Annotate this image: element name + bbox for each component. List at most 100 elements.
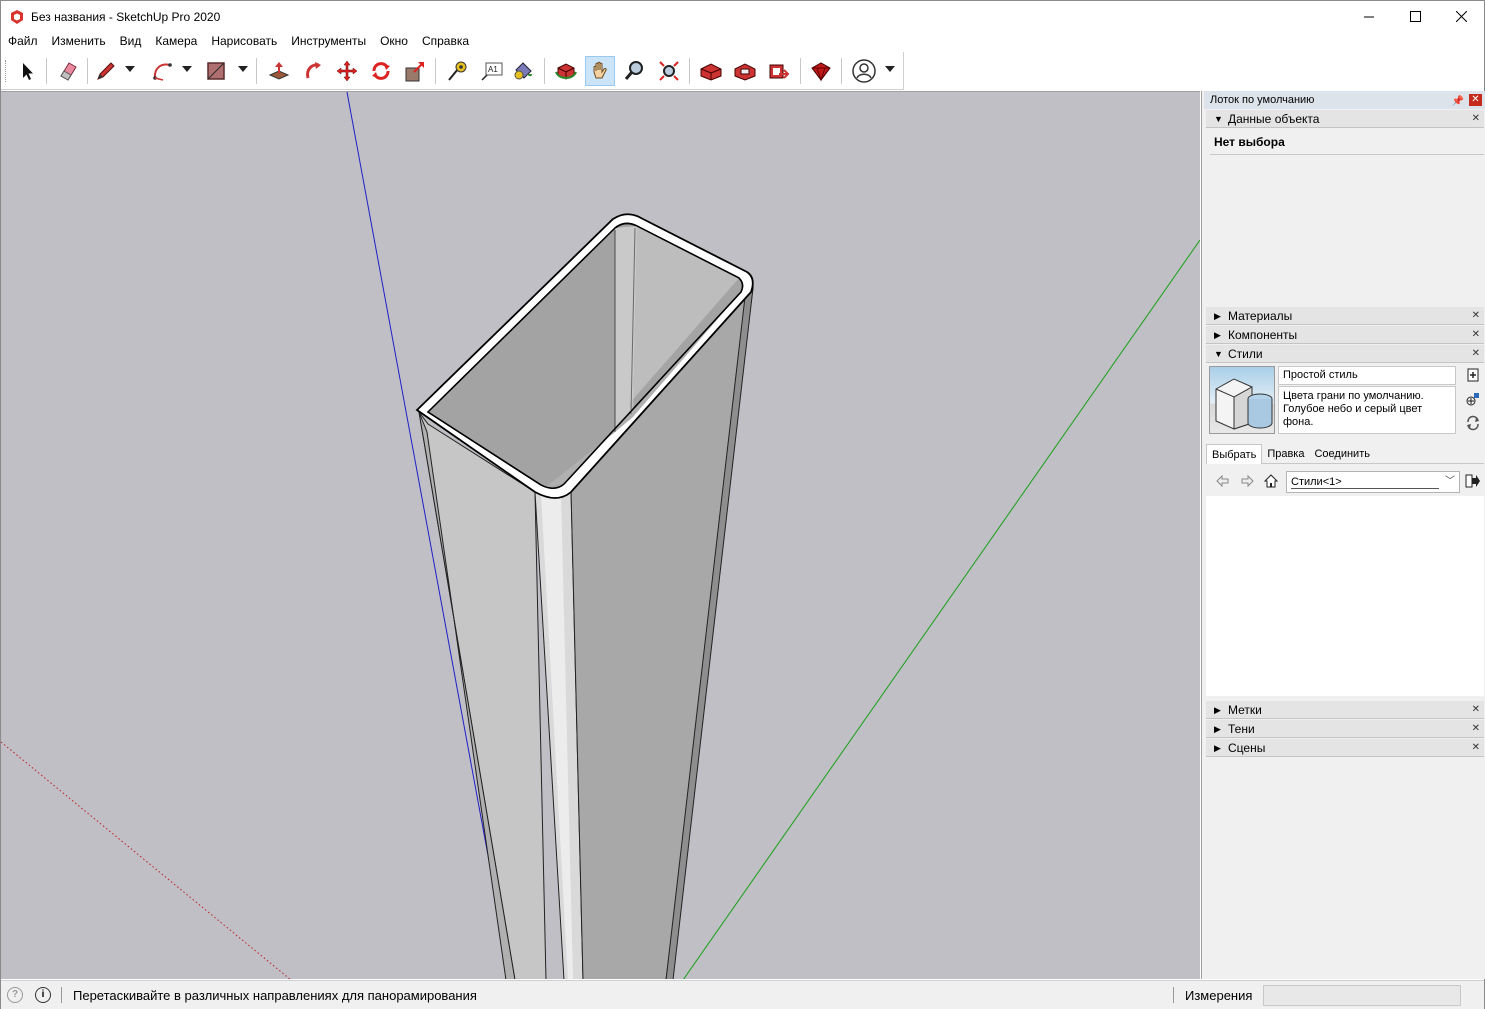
forward-button[interactable] xyxy=(1238,472,1256,490)
scale-tool-button[interactable] xyxy=(400,56,430,86)
secondary-pane-button[interactable] xyxy=(1464,472,1482,490)
send-to-layout-button[interactable] xyxy=(764,56,794,86)
eraser-tool-button[interactable] xyxy=(53,56,83,86)
menu-camera[interactable]: Камера xyxy=(148,32,204,51)
panel-close-icon[interactable]: ✕ xyxy=(1472,701,1480,719)
components-panel-header[interactable]: ▶ Компоненты ✕ xyxy=(1206,326,1484,344)
paint-bucket-tool-button[interactable] xyxy=(508,56,538,86)
orbit-tool-button[interactable] xyxy=(551,56,581,86)
details-arrow-icon xyxy=(1465,474,1480,488)
rotate-icon xyxy=(372,62,390,80)
3d-warehouse-button[interactable] xyxy=(696,56,726,86)
back-button[interactable] xyxy=(1214,472,1232,490)
zoom-icon xyxy=(624,61,643,80)
menu-view[interactable]: Вид xyxy=(113,32,149,51)
maximize-button[interactable] xyxy=(1392,1,1438,32)
status-separator xyxy=(1173,987,1174,1003)
model-canvas[interactable] xyxy=(1,92,1200,979)
default-tray: Лоток по умолчанию 📌 ✕ ▼ Данные объекта … xyxy=(1201,91,1485,979)
tab-mix[interactable]: Соединить xyxy=(1309,444,1375,464)
tape-measure-tool-button[interactable] xyxy=(442,56,472,86)
menu-window[interactable]: Окно xyxy=(373,32,415,51)
materials-panel-header[interactable]: ▶ Материалы ✕ xyxy=(1206,307,1484,325)
menu-edit[interactable]: Изменить xyxy=(45,32,113,51)
update-style-button[interactable] xyxy=(1464,390,1482,408)
extension-warehouse-icon xyxy=(734,63,756,81)
arc-tool-button[interactable] xyxy=(147,56,177,86)
maximize-icon xyxy=(1409,11,1421,22)
tab-select[interactable]: Выбрать xyxy=(1206,444,1263,464)
measurements-input[interactable] xyxy=(1263,985,1461,1006)
panel-close-icon[interactable]: ✕ xyxy=(1472,326,1480,344)
tray-close-button[interactable]: ✕ xyxy=(1469,94,1482,106)
entity-info-body: Нет выбора xyxy=(1206,129,1484,309)
toolbar-grip[interactable] xyxy=(5,60,8,82)
style-list[interactable] xyxy=(1206,496,1484,696)
panel-close-icon[interactable]: ✕ xyxy=(1472,739,1480,757)
layout-icon xyxy=(769,64,790,79)
styles-panel-header[interactable]: ▼ Стили ✕ xyxy=(1206,345,1484,363)
rectangle-tool-button[interactable] xyxy=(201,56,231,86)
pin-icon[interactable]: 📌 xyxy=(1452,93,1464,111)
add-style-icon xyxy=(1467,368,1479,382)
tray-title-text: Лоток по умолчанию xyxy=(1210,94,1315,106)
select-underline xyxy=(1291,488,1439,489)
follow-me-tool-button[interactable] xyxy=(298,56,328,86)
panel-close-icon[interactable]: ✕ xyxy=(1472,720,1480,738)
select-tool-button[interactable] xyxy=(12,56,42,86)
panel-close-icon[interactable]: ✕ xyxy=(1472,307,1480,325)
select-icon xyxy=(23,63,33,80)
divider xyxy=(1210,154,1484,155)
home-button[interactable] xyxy=(1262,472,1280,490)
pencil-dropdown-arrow[interactable] xyxy=(125,66,135,72)
rectangular-tube-model[interactable] xyxy=(415,213,754,979)
info-icon[interactable]: i xyxy=(35,987,51,1003)
panel-close-icon[interactable]: ✕ xyxy=(1472,110,1480,128)
drawing-viewport[interactable] xyxy=(1,91,1200,979)
close-button[interactable] xyxy=(1438,1,1484,32)
shadows-panel-header[interactable]: ▶ Тени ✕ xyxy=(1206,720,1484,738)
home-icon xyxy=(1263,474,1279,488)
tab-edit[interactable]: Правка xyxy=(1262,444,1309,464)
style-name-field[interactable]: Простой стиль xyxy=(1278,366,1456,385)
chevron-down-icon: ﹀ xyxy=(1445,476,1455,487)
arc-icon xyxy=(153,63,172,81)
sketchup-window: Без названия - SketchUp Pro 2020 Файл Из… xyxy=(0,0,1485,1009)
extension-manager-button[interactable] xyxy=(806,56,836,86)
scenes-panel-header[interactable]: ▶ Сцены ✕ xyxy=(1206,739,1484,757)
zoom-tool-button[interactable] xyxy=(619,56,649,86)
menu-tools[interactable]: Инструменты xyxy=(284,32,373,51)
arc-dropdown-arrow[interactable] xyxy=(182,66,192,72)
menu-file[interactable]: Файл xyxy=(1,32,45,51)
red-axis-line xyxy=(1,741,291,979)
pencil-tool-button[interactable] xyxy=(91,56,121,86)
style-description-field[interactable]: Цвета грани по умолчанию. Голубое небо и… xyxy=(1278,386,1456,434)
svg-text:A1: A1 xyxy=(488,65,498,74)
account-dropdown-arrow[interactable] xyxy=(885,66,895,72)
extension-warehouse-button[interactable] xyxy=(730,56,760,86)
pan-tool-button[interactable] xyxy=(585,56,615,86)
zoom-extents-tool-button[interactable] xyxy=(654,56,684,86)
rectangle-dropdown-arrow[interactable] xyxy=(238,66,248,72)
panel-close-icon[interactable]: ✕ xyxy=(1472,345,1480,363)
toolbar-separator xyxy=(841,58,842,84)
account-button[interactable] xyxy=(849,56,879,86)
push-pull-icon xyxy=(268,62,290,80)
move-tool-button[interactable] xyxy=(332,56,362,86)
push-pull-tool-button[interactable] xyxy=(264,56,294,86)
expanded-triangle-icon: ▼ xyxy=(1214,349,1223,359)
refresh-style-button[interactable] xyxy=(1464,414,1482,432)
tags-panel-header[interactable]: ▶ Метки ✕ xyxy=(1206,701,1484,719)
style-collection-select[interactable]: Стили<1> ﹀ xyxy=(1286,471,1460,493)
geo-location-icon[interactable]: ? xyxy=(7,987,23,1003)
text-tool-button[interactable]: A1 xyxy=(477,56,507,86)
minimize-button[interactable] xyxy=(1346,1,1392,32)
menu-draw[interactable]: Нарисовать xyxy=(204,32,284,51)
rotate-tool-button[interactable] xyxy=(366,56,396,86)
menu-help[interactable]: Справка xyxy=(415,32,476,51)
entity-info-panel-header[interactable]: ▼ Данные объекта ✕ xyxy=(1206,110,1484,128)
tags-title: Метки xyxy=(1228,703,1262,717)
create-style-button[interactable] xyxy=(1464,366,1482,384)
collapsed-triangle-icon: ▶ xyxy=(1214,743,1221,753)
collapsed-triangle-icon: ▶ xyxy=(1214,311,1221,321)
